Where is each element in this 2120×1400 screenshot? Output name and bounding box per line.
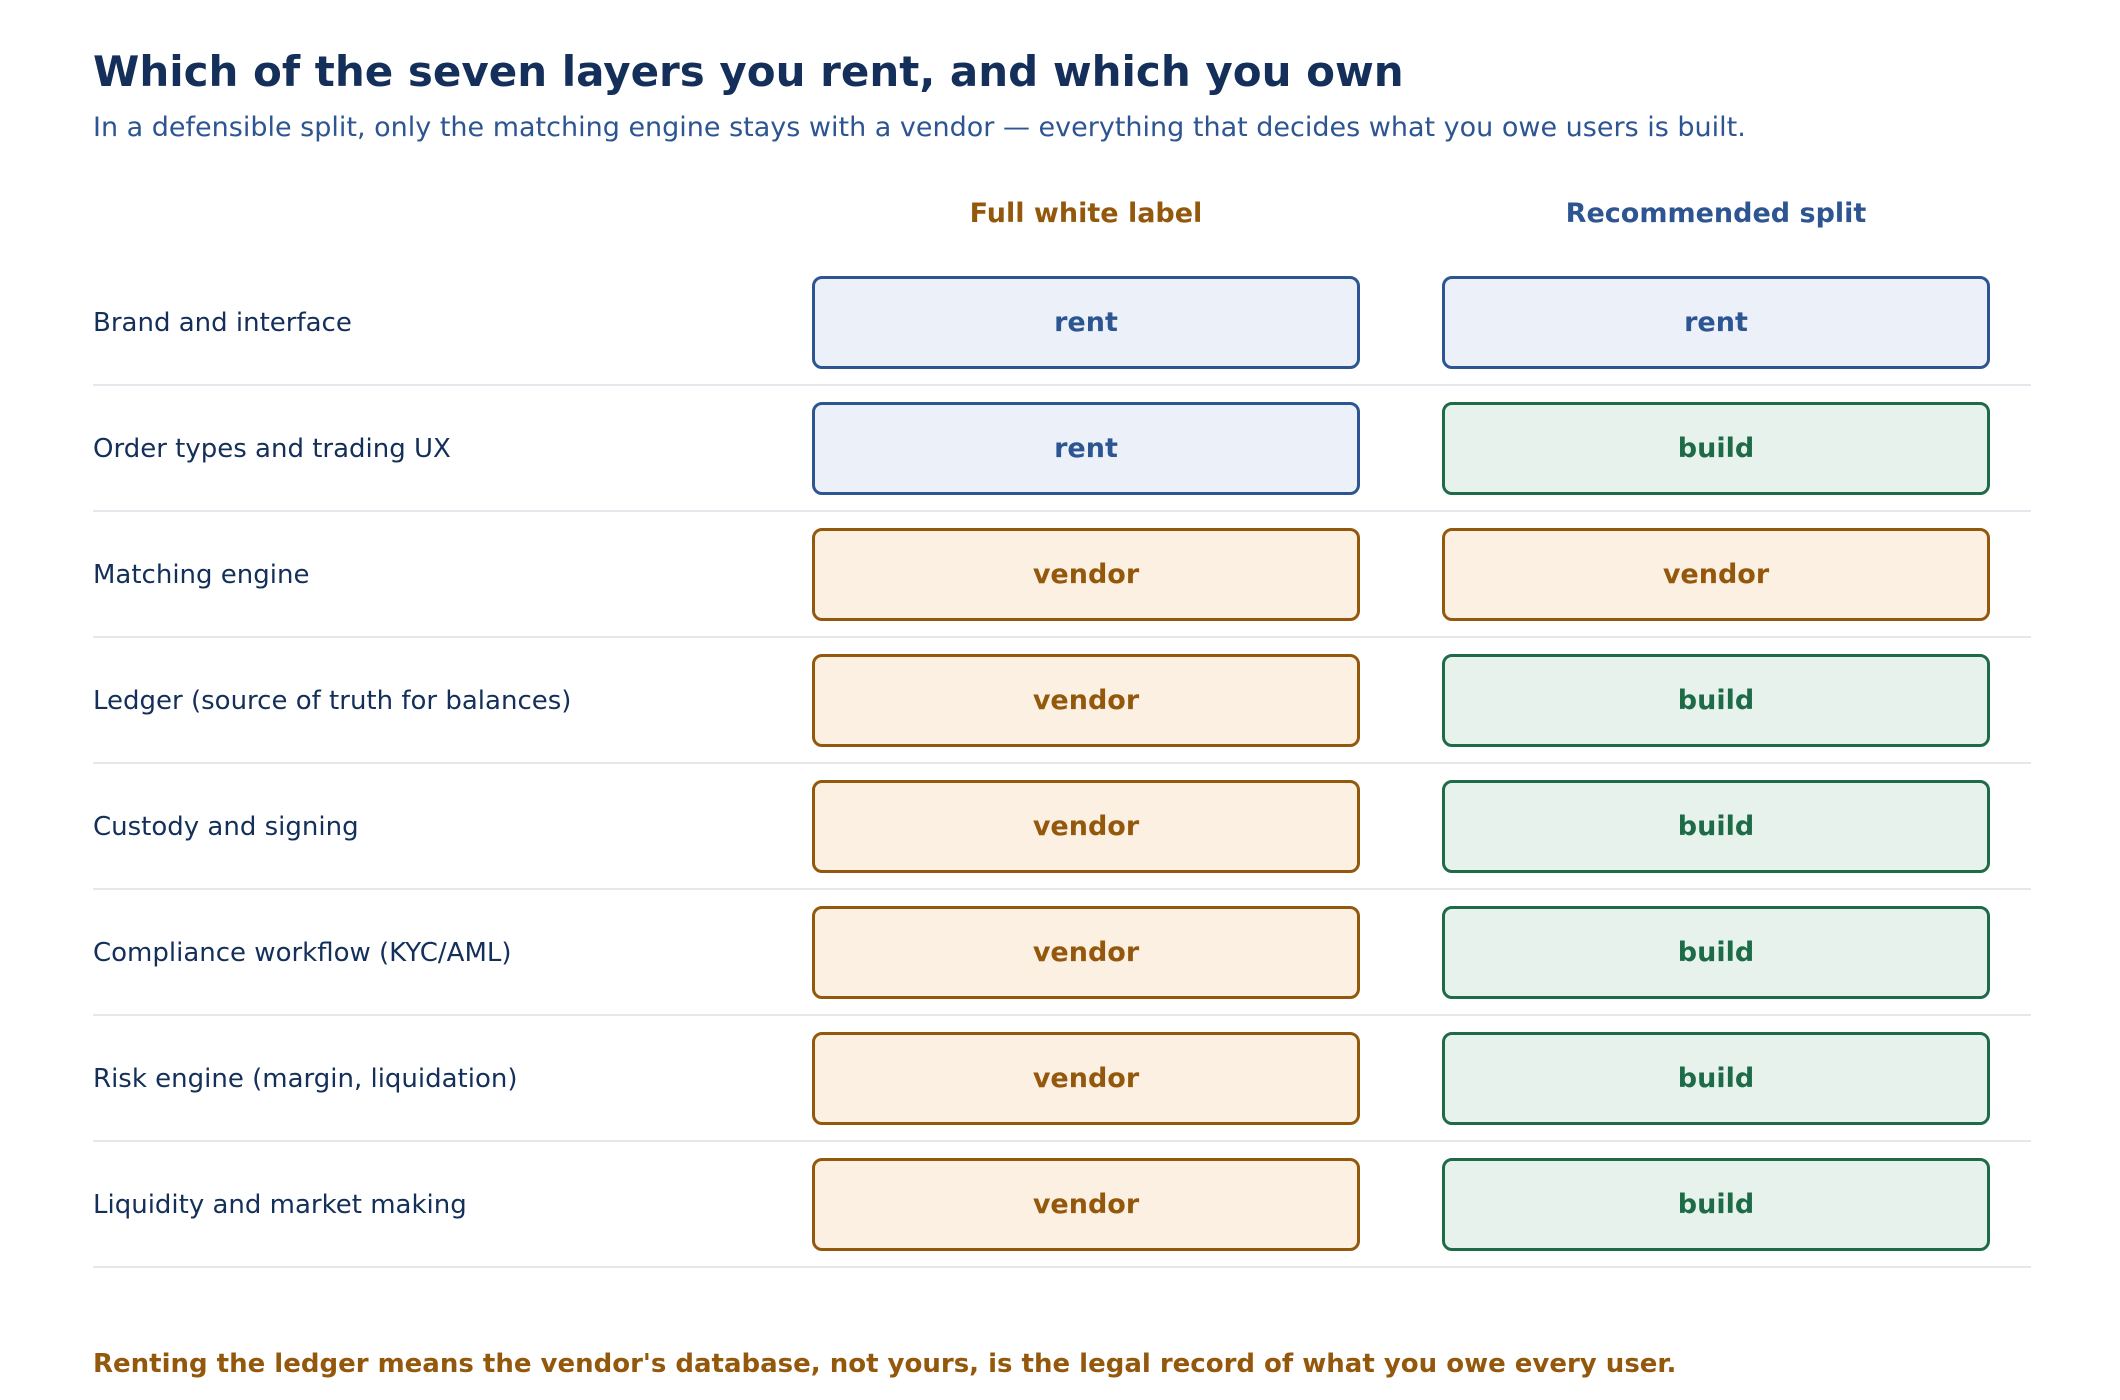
full-white-label-status: vendor (812, 1032, 1360, 1125)
page-title: Which of the seven layers you rent, and … (93, 47, 1404, 96)
recommended-split-status: build (1442, 402, 1990, 495)
layer-row-liquidity: Liquidity and market making vendor build (93, 1142, 2031, 1268)
layer-row-brand-interface: Brand and interface rent rent (93, 260, 2031, 386)
recommended-split-status: vendor (1442, 528, 1990, 621)
layer-table: Brand and interface rent rent Order type… (93, 260, 2031, 1268)
full-white-label-status: vendor (812, 780, 1360, 873)
layer-comparison-diagram: Which of the seven layers you rent, and … (0, 0, 2120, 1400)
layer-label: Brand and interface (93, 308, 352, 338)
column-header-full-white-label: Full white label (969, 198, 1203, 229)
layer-label: Compliance workflow (KYC/AML) (93, 938, 512, 968)
full-white-label-status: vendor (812, 528, 1360, 621)
layer-row-matching-engine: Matching engine vendor vendor (93, 512, 2031, 638)
layer-row-compliance: Compliance workflow (KYC/AML) vendor bui… (93, 890, 2031, 1016)
column-header-recommended-split: Recommended split (1565, 198, 1867, 229)
recommended-split-status: build (1442, 906, 1990, 999)
layer-label: Ledger (source of truth for balances) (93, 686, 572, 716)
full-white-label-status: vendor (812, 654, 1360, 747)
recommended-split-status: build (1442, 780, 1990, 873)
recommended-split-status: rent (1442, 276, 1990, 369)
layer-label: Liquidity and market making (93, 1190, 467, 1220)
layer-row-custody: Custody and signing vendor build (93, 764, 2031, 890)
layer-label: Order types and trading UX (93, 434, 451, 464)
full-white-label-status: vendor (812, 906, 1360, 999)
full-white-label-status: vendor (812, 1158, 1360, 1251)
layer-label: Risk engine (margin, liquidation) (93, 1064, 518, 1094)
layer-row-ledger: Ledger (source of truth for balances) ve… (93, 638, 2031, 764)
footnote: Renting the ledger means the vendor's da… (93, 1349, 1677, 1379)
layer-label: Custody and signing (93, 812, 359, 842)
full-white-label-status: rent (812, 402, 1360, 495)
full-white-label-status: rent (812, 276, 1360, 369)
recommended-split-status: build (1442, 654, 1990, 747)
layer-row-risk-engine: Risk engine (margin, liquidation) vendor… (93, 1016, 2031, 1142)
layer-label: Matching engine (93, 560, 310, 590)
layer-row-order-types: Order types and trading UX rent build (93, 386, 2031, 512)
recommended-split-status: build (1442, 1032, 1990, 1125)
recommended-split-status: build (1442, 1158, 1990, 1251)
page-subtitle: In a defensible split, only the matching… (93, 112, 1746, 143)
